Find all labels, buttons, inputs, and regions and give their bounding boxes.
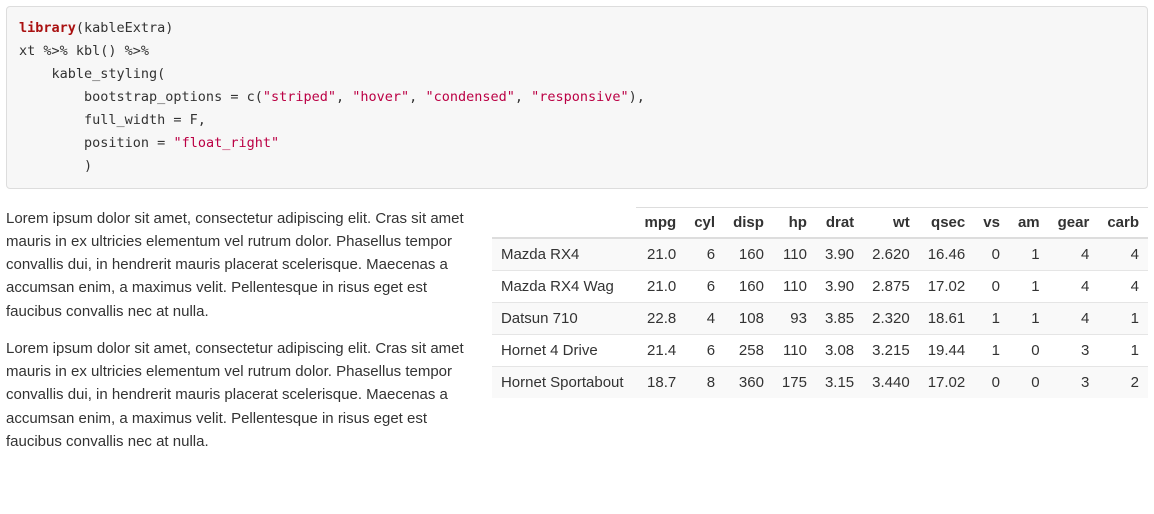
table-header-blank (492, 207, 636, 238)
table-cell: 3.90 (816, 270, 863, 302)
table-cell: 3.90 (816, 238, 863, 271)
table-body: Mazda RX421.061601103.902.62016.460144Ma… (492, 238, 1148, 398)
table-cell: 6 (685, 334, 724, 366)
table-cell: 17.02 (919, 366, 975, 398)
table-cell: 2 (1098, 366, 1148, 398)
table-cell: 160 (724, 238, 773, 271)
table-cell: 1 (974, 334, 1009, 366)
table-header: cyl (685, 207, 724, 238)
table-cell: 21.4 (636, 334, 686, 366)
table-cell: 3 (1049, 334, 1099, 366)
table-cell: 18.61 (919, 302, 975, 334)
table-cell: 2.620 (863, 238, 919, 271)
table-row: Datsun 71022.84108933.852.32018.611141 (492, 302, 1148, 334)
table-cell: 0 (974, 366, 1009, 398)
table-cell: 1 (1009, 302, 1049, 334)
table-cell: 108 (724, 302, 773, 334)
code-keyword: library (19, 20, 76, 36)
table-header: carb (1098, 207, 1148, 238)
code-string: "condensed" (425, 89, 514, 105)
code-string: "responsive" (531, 89, 629, 105)
table-cell: 175 (773, 366, 816, 398)
table-cell: 3.85 (816, 302, 863, 334)
table-cell: 360 (724, 366, 773, 398)
data-table: mpg cyl disp hp drat wt qsec vs am gear … (492, 207, 1148, 398)
table-header-row: mpg cyl disp hp drat wt qsec vs am gear … (492, 207, 1148, 238)
table-cell: 0 (1009, 334, 1049, 366)
table-cell: 160 (724, 270, 773, 302)
table-cell: 2.320 (863, 302, 919, 334)
row-name: Mazda RX4 Wag (492, 270, 636, 302)
table-cell: 3.215 (863, 334, 919, 366)
table-cell: 17.02 (919, 270, 975, 302)
table-row: Mazda RX4 Wag21.061601103.902.87517.0201… (492, 270, 1148, 302)
code-string: "hover" (352, 89, 409, 105)
table-cell: 16.46 (919, 238, 975, 271)
table-cell: 1 (974, 302, 1009, 334)
code-text: ) (19, 158, 92, 174)
table-cell: 4 (1049, 238, 1099, 271)
table-cell: 0 (974, 238, 1009, 271)
table-cell: 3.15 (816, 366, 863, 398)
row-name: Hornet Sportabout (492, 366, 636, 398)
table-cell: 2.875 (863, 270, 919, 302)
code-block: library(kableExtra) xt %>% kbl() %>% kab… (6, 6, 1148, 189)
table-cell: 1 (1098, 334, 1148, 366)
row-name: Hornet 4 Drive (492, 334, 636, 366)
table-cell: 22.8 (636, 302, 686, 334)
table-header: gear (1049, 207, 1099, 238)
code-string: "float_right" (173, 135, 279, 151)
table-cell: 21.0 (636, 270, 686, 302)
table-cell: 8 (685, 366, 724, 398)
table-cell: 3.08 (816, 334, 863, 366)
row-name: Mazda RX4 (492, 238, 636, 271)
table-cell: 19.44 (919, 334, 975, 366)
table-cell: 4 (1098, 270, 1148, 302)
table-header: vs (974, 207, 1009, 238)
content-area: mpg cyl disp hp drat wt qsec vs am gear … (6, 207, 1148, 454)
table-header: hp (773, 207, 816, 238)
code-text: , (336, 89, 352, 105)
table-cell: 0 (974, 270, 1009, 302)
table-header: disp (724, 207, 773, 238)
table-header: mpg (636, 207, 686, 238)
code-text: (kableExtra) (76, 20, 174, 36)
table-cell: 6 (685, 270, 724, 302)
code-string: "striped" (263, 89, 336, 105)
code-text: full_width = F, (19, 112, 206, 128)
table-header: wt (863, 207, 919, 238)
table-cell: 4 (685, 302, 724, 334)
code-text: position = (19, 135, 173, 151)
table-header: am (1009, 207, 1049, 238)
table-cell: 93 (773, 302, 816, 334)
code-text: ), (629, 89, 645, 105)
table-cell: 21.0 (636, 238, 686, 271)
code-text: , (515, 89, 531, 105)
table-cell: 1 (1009, 238, 1049, 271)
row-name: Datsun 710 (492, 302, 636, 334)
code-text: xt %>% kbl() %>% (19, 43, 149, 59)
code-text: , (409, 89, 425, 105)
table-cell: 110 (773, 270, 816, 302)
code-text: bootstrap_options = c( (19, 89, 263, 105)
table-cell: 4 (1098, 238, 1148, 271)
table-row: Hornet 4 Drive21.462581103.083.21519.441… (492, 334, 1148, 366)
table-cell: 0 (1009, 366, 1049, 398)
table-cell: 1 (1009, 270, 1049, 302)
table-cell: 110 (773, 238, 816, 271)
table-row: Hornet Sportabout18.783601753.153.44017.… (492, 366, 1148, 398)
table-row: Mazda RX421.061601103.902.62016.460144 (492, 238, 1148, 271)
table-header: drat (816, 207, 863, 238)
table-cell: 3.440 (863, 366, 919, 398)
table-cell: 18.7 (636, 366, 686, 398)
table-cell: 3 (1049, 366, 1099, 398)
table-cell: 4 (1049, 270, 1099, 302)
table-cell: 110 (773, 334, 816, 366)
table-cell: 1 (1098, 302, 1148, 334)
table-cell: 4 (1049, 302, 1099, 334)
table-cell: 6 (685, 238, 724, 271)
code-text: kable_styling( (19, 66, 165, 82)
table-cell: 258 (724, 334, 773, 366)
table-header: qsec (919, 207, 975, 238)
